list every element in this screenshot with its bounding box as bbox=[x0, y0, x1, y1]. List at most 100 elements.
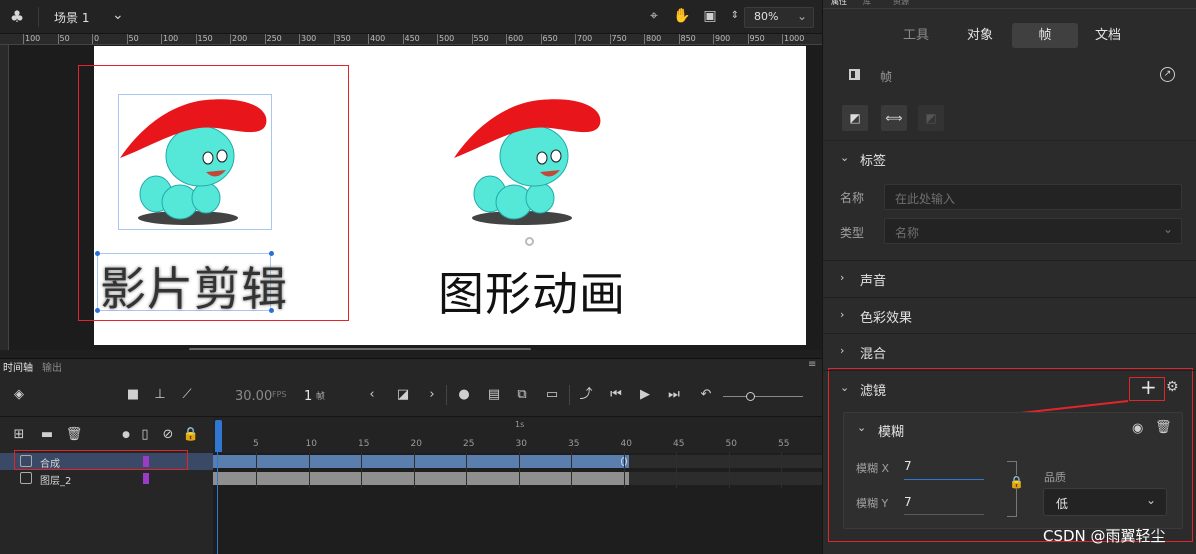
chevron-right-icon[interactable]: › bbox=[423, 387, 441, 403]
camera-icon[interactable]: ■ bbox=[124, 387, 142, 403]
transform-point-icon[interactable] bbox=[525, 237, 534, 246]
zoom-select[interactable]: 80% ⌄ bbox=[744, 7, 814, 28]
rotate-stepper-icon[interactable]: ⇕ bbox=[726, 7, 744, 25]
scene-icon[interactable]: ♣ bbox=[8, 8, 26, 26]
frame-gridline bbox=[518, 452, 520, 488]
parenting-icon[interactable]: ⊥ bbox=[151, 387, 169, 403]
frame-gridline bbox=[361, 452, 362, 488]
panel-menu-icon[interactable]: ≡ bbox=[808, 359, 816, 370]
stage-canvas[interactable]: 影片剪辑 图形动画 bbox=[78, 46, 806, 345]
section-sound[interactable]: › 声音 bbox=[823, 260, 1196, 296]
frame-gridline bbox=[676, 452, 677, 488]
chevron-down-icon[interactable]: ⌄ bbox=[857, 421, 866, 434]
tab-assets[interactable]: 资源 bbox=[893, 0, 909, 7]
stage-area[interactable]: 影片剪辑 图形动画 bbox=[9, 45, 822, 350]
fps-value[interactable]: 30.00 bbox=[235, 389, 272, 404]
undo-icon[interactable]: ↶ bbox=[697, 387, 715, 403]
section-color-effect[interactable]: › 色彩效果 bbox=[823, 297, 1196, 333]
blur-y-value[interactable]: 7 bbox=[904, 495, 912, 509]
onion-skin-icon[interactable]: ● bbox=[455, 387, 473, 403]
lock-icon[interactable]: 🔒 bbox=[1009, 475, 1024, 489]
ruler-label: 50 bbox=[128, 34, 139, 43]
empty-frames[interactable] bbox=[629, 455, 822, 468]
section-blend[interactable]: › 混合 bbox=[823, 333, 1196, 369]
tab-library[interactable]: 库 bbox=[863, 0, 871, 7]
frames-grid[interactable] bbox=[213, 453, 822, 554]
ruler-tick bbox=[713, 34, 714, 44]
caterpillar-image[interactable] bbox=[116, 94, 276, 234]
horizontal-scrollbar[interactable] bbox=[189, 348, 531, 350]
frame-number: 35 bbox=[568, 439, 580, 449]
outline-icon[interactable]: ▯ bbox=[136, 427, 154, 443]
loop-icon[interactable]: ⤴ bbox=[577, 387, 595, 403]
fps-unit: FPS bbox=[272, 390, 287, 399]
folder-icon[interactable]: ▬ bbox=[38, 427, 56, 443]
add-layer-icon[interactable]: ⊞ bbox=[10, 427, 28, 443]
gear-icon[interactable]: ⚙ bbox=[1166, 379, 1179, 395]
hand-icon[interactable]: ✋ bbox=[673, 7, 691, 25]
empty-frames[interactable] bbox=[629, 472, 822, 485]
type-select[interactable]: 名称 ⌄ bbox=[884, 218, 1182, 244]
chevron-down-icon[interactable]: ⌄ bbox=[112, 7, 124, 23]
ruler-label: 300 bbox=[301, 34, 317, 43]
playhead[interactable] bbox=[215, 420, 222, 452]
frame-number: 50 bbox=[725, 439, 737, 449]
caterpillar-image[interactable] bbox=[450, 94, 610, 234]
layers-icon[interactable]: ◈ bbox=[10, 387, 28, 403]
name-label: 名称 bbox=[840, 191, 865, 205]
blur-x-value[interactable]: 7 bbox=[904, 459, 912, 473]
quality-select[interactable]: 低 ⌄ bbox=[1043, 488, 1167, 516]
horizontal-ruler: 100 50 0 50 100 150 200 250 300 350 400 450 500 550 60… bbox=[0, 34, 822, 45]
frame-number: 40 bbox=[620, 439, 632, 449]
frame-span[interactable] bbox=[213, 472, 629, 485]
ruler-tick bbox=[264, 34, 266, 44]
lock-icon[interactable]: 🔒 bbox=[182, 427, 200, 443]
edit-multiple-frames-icon[interactable]: ▤ bbox=[485, 387, 503, 403]
trash-icon[interactable]: 🗑 bbox=[1155, 420, 1172, 435]
layer-name[interactable]: 图层_2 bbox=[40, 472, 71, 487]
distribute-to-keyframes-icon[interactable]: ◩ bbox=[842, 105, 868, 131]
eye-icon[interactable]: ◉ bbox=[1132, 421, 1143, 436]
tab-tools[interactable]: 工具 bbox=[883, 23, 949, 48]
layer-row[interactable]: 图层_2 bbox=[0, 470, 213, 487]
clip-frame-icon[interactable]: ▣ bbox=[701, 7, 719, 25]
ruler-tick bbox=[126, 34, 128, 44]
external-link-icon[interactable]: ↗ bbox=[1160, 67, 1175, 82]
duplicate-icon[interactable]: ⧉ bbox=[513, 387, 531, 403]
frame-span[interactable] bbox=[213, 455, 629, 468]
tab-frame[interactable]: 帧 bbox=[1012, 23, 1078, 48]
crosshair-icon[interactable]: ⌖ bbox=[645, 7, 663, 25]
vertical-ruler bbox=[0, 45, 9, 350]
frame-number: 25 bbox=[463, 439, 475, 449]
eye-hidden-icon[interactable]: ⊘ bbox=[159, 427, 177, 443]
chevron-left-icon[interactable]: ‹ bbox=[363, 387, 381, 403]
add-filter-icon[interactable]: + bbox=[1140, 375, 1157, 399]
graph-icon[interactable]: ⟋ bbox=[178, 387, 196, 403]
frame-icon bbox=[849, 69, 860, 80]
graphic-text: 图形动画 bbox=[438, 267, 626, 321]
trash-icon[interactable]: 🗑 bbox=[65, 427, 83, 443]
link-bracket bbox=[1007, 461, 1017, 517]
frames-header: 1s 5 10 15 20 25 30 35 40 45 50 55 bbox=[213, 417, 822, 453]
name-input[interactable]: 在此处输入 bbox=[884, 184, 1182, 210]
swap-icon[interactable]: ⟺ bbox=[881, 105, 907, 131]
tab-document[interactable]: 文档 bbox=[1075, 23, 1141, 48]
frame-span-icon[interactable]: ▭ bbox=[543, 387, 561, 403]
tab-properties[interactable]: 属性 bbox=[831, 0, 847, 7]
section-label[interactable]: ⌄ 标签 bbox=[823, 140, 1196, 176]
step-back-icon[interactable]: ⏮ bbox=[607, 387, 625, 403]
zoom-slider-track[interactable] bbox=[723, 396, 803, 397]
zoom-slider-thumb[interactable] bbox=[746, 392, 755, 401]
layer-row[interactable]: 合成 bbox=[0, 450, 213, 470]
zoom-value: 80% bbox=[754, 10, 779, 23]
play-icon[interactable]: ▶ bbox=[636, 387, 654, 403]
layer-color-swatch[interactable] bbox=[143, 473, 149, 484]
frame-gridline bbox=[623, 452, 625, 488]
step-forward-icon[interactable]: ⏭ bbox=[665, 387, 683, 403]
insert-keyframe-icon[interactable]: ◪ bbox=[394, 387, 412, 403]
frame-value[interactable]: 1 bbox=[304, 389, 312, 404]
scene-selector[interactable]: 场景 1 bbox=[54, 9, 89, 26]
tab-object[interactable]: 对象 bbox=[947, 23, 1013, 48]
frame-number: 45 bbox=[673, 439, 685, 449]
dot-icon[interactable]: ● bbox=[117, 427, 135, 443]
